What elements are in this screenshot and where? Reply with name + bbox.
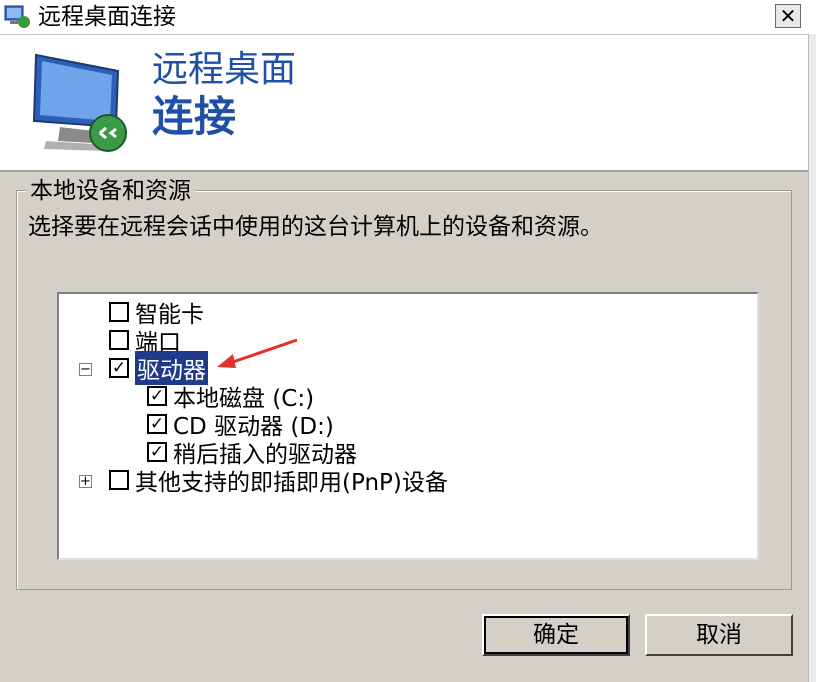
banner: 远程桌面 连接 [0,35,808,172]
tree-item-label: 其他支持的即插即用(PnP)设备 [135,470,448,496]
tree-item-local-disk-c[interactable]: ✓ 本地磁盘 (C:) [147,382,314,412]
drives-checkbox[interactable]: ✓ [109,358,129,378]
expand-pnp-toggle[interactable]: + [79,475,92,488]
close-icon: ✕ [779,4,797,28]
tree-item-cd-drive-d[interactable]: ✓ CD 驱动器 (D:) [147,410,334,440]
tree-item-later-drives[interactable]: ✓ 稍后插入的驱动器 [147,438,357,468]
group-description: 选择要在远程会话中使用的这台计算机上的设备和资源。 [28,214,603,240]
tree-item-drives[interactable]: ✓ 驱动器 [109,351,208,385]
tree-item-ports[interactable]: 端口 [109,326,181,356]
title-bar: 远程桌面连接 ✕ [0,0,816,35]
monitor-icon [32,53,127,152]
smartcard-checkbox[interactable] [109,302,129,322]
ports-checkbox[interactable] [109,330,129,350]
group-label: 本地设备和资源 [26,176,195,206]
red-arrow-icon [217,338,298,368]
later-drives-checkbox[interactable]: ✓ [147,442,167,462]
tree-item-pnp-devices[interactable]: 其他支持的即插即用(PnP)设备 [109,466,448,496]
ok-button[interactable]: 确定 [482,614,630,656]
banner-heading-line1: 远程桌面 [152,49,297,90]
device-tree[interactable]: 智能卡 端口 − ✓ 驱动器 ✓ 本地磁盘 (C:) ✓ CD 驱动器 (D:)… [57,292,759,560]
close-button[interactable]: ✕ [775,4,801,28]
remote-desktop-icon [4,5,30,28]
pnp-devices-checkbox[interactable] [109,470,129,490]
cancel-button[interactable]: 取消 [645,614,793,656]
window-title: 远程桌面连接 [38,4,176,30]
tree-item-smartcard[interactable]: 智能卡 [109,298,204,328]
cd-drive-d-checkbox[interactable]: ✓ [147,414,167,434]
banner-heading-line2: 连接 [152,92,237,141]
window-edge [808,34,816,682]
collapse-drives-toggle[interactable]: − [79,363,92,376]
local-disk-c-checkbox[interactable]: ✓ [147,386,167,406]
